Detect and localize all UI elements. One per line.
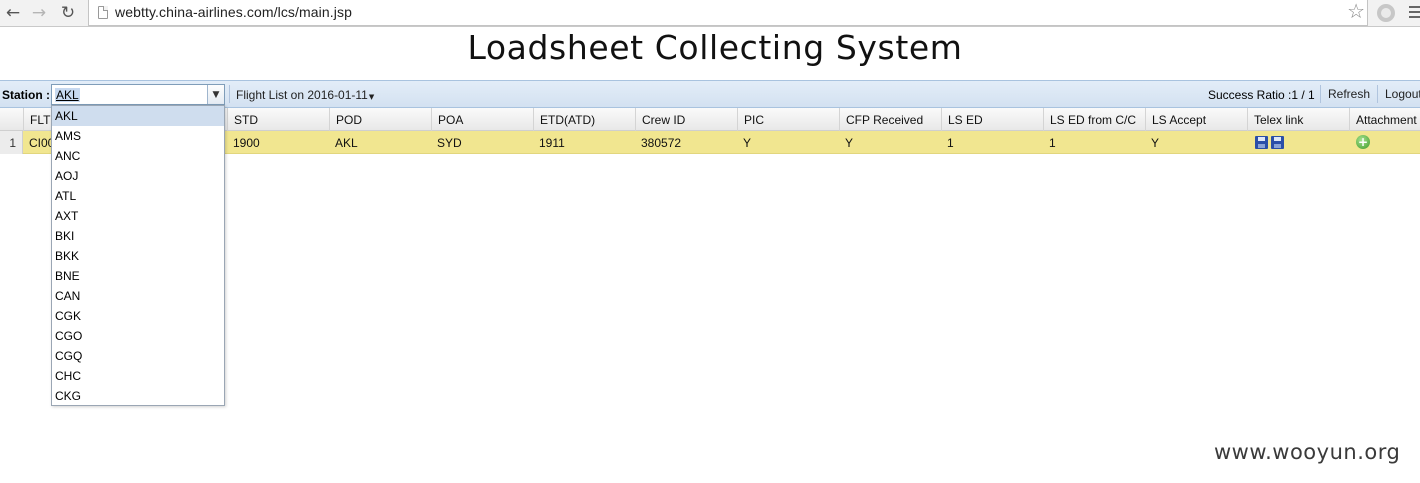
extension-icon[interactable] [1377, 4, 1395, 22]
station-option[interactable]: ANC [52, 146, 224, 166]
page-icon [98, 6, 108, 19]
address-bar[interactable]: webtty.china-airlines.com/lcs/main.jsp ☆ [88, 0, 1368, 26]
cell-etd: 1911 [539, 136, 565, 150]
success-ratio: Success Ratio :1 / 1 [1208, 88, 1315, 102]
station-dropdown-list: AKL AMS ANC AOJ ATL AXT BKI BKK BNE CAN … [51, 105, 225, 406]
station-option[interactable]: CHC [52, 366, 224, 386]
browser-toolbar: ← → ↻ webtty.china-airlines.com/lcs/main… [0, 0, 1420, 27]
flight-list-menu-button[interactable]: Flight List on 2016-01-11▼ [236, 88, 374, 102]
save-disk-icon[interactable] [1271, 136, 1284, 149]
cell-ls-accept: Y [1151, 136, 1160, 150]
station-select[interactable]: AKL ▼ [51, 84, 225, 105]
station-option[interactable]: AMS [52, 126, 224, 146]
column-header-poa[interactable]: POA [431, 108, 533, 131]
reload-icon[interactable]: ↻ [58, 3, 78, 23]
cell-pod: AKL [335, 136, 358, 150]
station-option[interactable]: BKI [52, 226, 224, 246]
save-disk-icon[interactable] [1255, 136, 1268, 149]
column-header-etd[interactable]: ETD(ATD) [533, 108, 635, 131]
chevron-down-icon[interactable]: ▼ [207, 85, 224, 104]
cell-cfp-received: Y [845, 136, 854, 150]
refresh-button[interactable]: Refresh [1328, 87, 1370, 101]
station-option[interactable]: AKL [52, 106, 224, 126]
station-option[interactable]: AOJ [52, 166, 224, 186]
column-header-pic[interactable]: PIC [737, 108, 839, 131]
cell-ls-ed-from-cc: 1 [1049, 136, 1056, 150]
column-header-ls-ed-from-cc[interactable]: LS ED from C/C [1043, 108, 1145, 131]
caret-down-icon: ▼ [368, 93, 375, 101]
add-circle-icon[interactable]: + [1356, 135, 1370, 149]
station-option[interactable]: CGQ [52, 346, 224, 366]
app-toolbar: Station : AKL ▼ Flight List on 2016-01-1… [0, 80, 1420, 108]
station-option[interactable]: AXT [52, 206, 224, 226]
toolbar-divider [229, 85, 230, 103]
hamburger-menu-icon[interactable] [1409, 6, 1420, 20]
column-header-std[interactable]: STD [227, 108, 329, 131]
row-number: 1 [0, 131, 23, 154]
toolbar-divider [1320, 85, 1321, 103]
flight-list-label: Flight List on 2016-01-11 [236, 88, 368, 102]
station-label: Station : [2, 88, 50, 102]
page-title: Loadsheet Collecting System [467, 28, 963, 67]
cell-crew-id: 380572 [641, 136, 682, 150]
cell-ls-ed: 1 [947, 136, 954, 150]
column-header-telex-link[interactable]: Telex link [1247, 108, 1349, 131]
watermark-text: www.wooyun.org [1214, 440, 1401, 464]
cell-poa: SYD [437, 136, 462, 150]
station-option[interactable]: BKK [52, 246, 224, 266]
column-header-pod[interactable]: POD [329, 108, 431, 131]
station-option[interactable]: BNE [52, 266, 224, 286]
station-option[interactable]: CKG [52, 386, 224, 406]
star-icon[interactable]: ☆ [1347, 1, 1365, 21]
station-option[interactable]: CAN [52, 286, 224, 306]
column-header-ls-accept[interactable]: LS Accept [1145, 108, 1247, 131]
station-option[interactable]: CGK [52, 306, 224, 326]
url-text[interactable]: webtty.china-airlines.com/lcs/main.jsp [115, 4, 352, 20]
station-option[interactable]: ATL [52, 186, 224, 206]
cell-pic: Y [743, 136, 752, 150]
station-option[interactable]: CGO [52, 326, 224, 346]
column-header-crew-id[interactable]: Crew ID [635, 108, 737, 131]
forward-arrow-icon[interactable]: → [29, 3, 49, 23]
column-header-ls-ed[interactable]: LS ED [941, 108, 1043, 131]
station-select-value[interactable]: AKL [55, 88, 80, 102]
column-header-cfp-received[interactable]: CFP Received [839, 108, 941, 131]
cell-std: 1900 [233, 136, 260, 150]
logout-button[interactable]: Logout [1385, 87, 1420, 101]
column-header-attachment[interactable]: Attachment [1349, 108, 1420, 131]
toolbar-divider [1377, 85, 1378, 103]
page: ← → ↻ webtty.china-airlines.com/lcs/main… [0, 0, 1420, 483]
back-arrow-icon[interactable]: ← [3, 3, 23, 23]
